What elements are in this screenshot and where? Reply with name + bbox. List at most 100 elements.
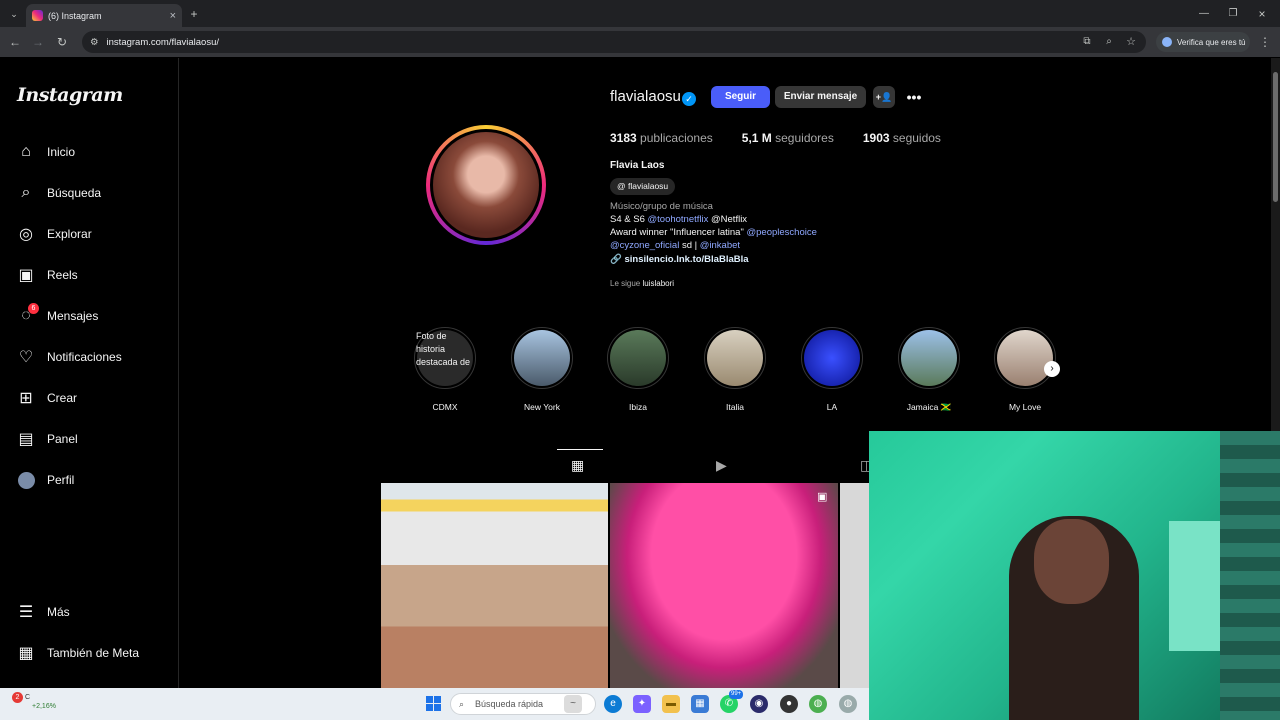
avatar-icon <box>16 470 36 490</box>
sidebar-item-meta[interactable]: ▦ También de Meta <box>16 641 166 665</box>
messenger-icon: ◌ 6 <box>16 303 39 326</box>
following-stat[interactable]: 1903 seguidos <box>863 131 941 145</box>
edge-icon[interactable]: e <box>604 695 622 713</box>
bookmark-star-icon[interactable]: ☆ <box>1120 31 1142 53</box>
file-explorer-icon[interactable]: ▬ <box>662 695 680 713</box>
address-bar[interactable]: ⚙ instagram.com/flavialaosu/ <box>82 31 1146 53</box>
app-icon[interactable]: ● <box>780 695 798 713</box>
windows-start-icon[interactable] <box>426 696 441 711</box>
back-icon[interactable]: ← <box>4 31 26 53</box>
sidebar-item-notificaciones[interactable]: ♡ Notificaciones <box>16 345 166 369</box>
browser-tab[interactable]: (6) Instagram × <box>26 4 182 27</box>
threads-badge[interactable]: @ flavialaosu <box>610 178 676 195</box>
forward-icon[interactable]: → <box>27 31 49 53</box>
external-link[interactable]: sinsilencio.lnk.to/BlaBlaBla <box>624 254 748 265</box>
bio-text: S4 & S6 <box>610 214 648 225</box>
taskbar-stock-widget[interactable]: 2 C +2,16% <box>12 692 56 710</box>
mention-link[interactable]: @inkabet <box>700 240 740 251</box>
sidebar-item-label: Más <box>47 605 70 619</box>
whatsapp-icon[interactable]: ✆ 99+ <box>720 690 744 713</box>
new-tab-icon[interactable]: + <box>183 3 205 25</box>
verify-button[interactable]: Verifica que eres tú <box>1156 32 1250 52</box>
install-app-icon[interactable]: ⧉ <box>1076 31 1098 53</box>
minimize-icon[interactable]: — <box>1193 3 1215 25</box>
post-thumbnail[interactable] <box>381 483 608 688</box>
mention-link[interactable]: @peopleschoice <box>746 227 816 238</box>
sidebar-item-perfil[interactable]: Perfil <box>16 468 166 492</box>
close-tab-icon[interactable]: × <box>170 10 176 22</box>
threads-handle: flavialaosu <box>628 181 669 191</box>
scrollbar-thumb[interactable] <box>1273 72 1278 202</box>
highlight-label: Italia <box>726 402 744 412</box>
meta-grid-icon: ▦ <box>18 645 34 662</box>
compass-icon: ◎ <box>19 226 33 243</box>
followed-by[interactable]: Le sigue luislabori <box>610 279 674 288</box>
instagram-logo[interactable]: Instagram <box>17 84 123 106</box>
followers-count: 5,1 M <box>741 131 772 145</box>
highlight-label: CDMX <box>432 402 458 412</box>
store-icon[interactable]: ▦ <box>691 695 709 713</box>
chrome-icon[interactable]: ◍ <box>809 695 827 713</box>
highlight-ibiza[interactable]: Ibiza <box>605 327 671 412</box>
following-count: 1903 <box>862 131 890 145</box>
sidebar-item-explorar[interactable]: ◎ Explorar <box>16 222 166 246</box>
profile-username: flavialaosu <box>610 88 681 105</box>
browser-menu-icon[interactable]: ⋮ <box>1254 31 1276 53</box>
suggested-users-icon[interactable]: +👤 <box>873 86 895 108</box>
sidebar-item-inicio[interactable]: ⌂ Inicio <box>16 140 166 164</box>
webcam-person-face <box>1034 519 1109 604</box>
threads-icon: @ <box>617 181 628 191</box>
reel-indicator-icon: ▣ <box>817 491 828 503</box>
mention-link[interactable]: @cyzone_oficial <box>610 240 679 251</box>
page-scrollbar[interactable] <box>1271 58 1280 431</box>
webcam-background-shelf <box>1220 431 1280 720</box>
followed-by-user[interactable]: luislabori <box>642 279 674 288</box>
tab-reels-icon[interactable]: ▶ <box>716 457 727 474</box>
category-label: Músico/grupo de música <box>610 201 713 212</box>
highlight-label: New York <box>524 402 560 412</box>
sidebar-item-mas[interactable]: ☰ Más <box>16 600 166 624</box>
post-thumbnail[interactable] <box>610 483 838 688</box>
sidebar-item-panel[interactable]: ▤ Panel <box>16 427 166 451</box>
highlight-italia[interactable]: Italia <box>702 327 768 412</box>
chevron-right-icon[interactable]: › <box>1044 361 1060 377</box>
posts-count: 3183 <box>610 131 637 145</box>
sidebar-item-busqueda[interactable]: ⌕ Búsqueda <box>16 181 166 205</box>
widget-change: +2,16% <box>32 703 56 710</box>
chrome-profile-icon[interactable]: ◍ <box>839 695 857 713</box>
highlight-label: Jamaica 🇯🇲 <box>906 402 952 412</box>
followers-stat[interactable]: 5,1 M seguidores <box>742 131 834 145</box>
obs-icon[interactable]: ◉ <box>750 695 768 713</box>
reload-icon[interactable]: ↻ <box>51 31 73 53</box>
following-label: seguidos <box>892 131 941 145</box>
tab-posts-grid-icon[interactable]: ▦ <box>571 457 584 474</box>
highlight-cover <box>707 330 763 386</box>
followed-by-prefix: Le sigue <box>610 279 641 288</box>
heart-icon: ♡ <box>18 349 34 366</box>
bio-link[interactable]: 🔗 sinsilencio.lnk.to/BlaBlaBla <box>610 254 749 265</box>
profile-avatar <box>430 129 542 241</box>
bio-text: Award winner "Influencer latina" <box>610 227 747 238</box>
site-info-icon[interactable]: ⚙ <box>90 37 99 48</box>
follow-button[interactable]: Seguir <box>711 86 770 108</box>
highlight-new-york[interactable]: New York <box>509 327 575 412</box>
plus-square-icon: ⊞ <box>19 390 33 407</box>
highlight-jamaica[interactable]: Jamaica 🇯🇲 <box>896 327 962 413</box>
send-message-button[interactable]: Enviar mensaje <box>775 86 866 108</box>
more-options-icon[interactable]: ••• <box>904 86 924 108</box>
sidebar-item-reels[interactable]: ▣ Reels <box>16 263 166 287</box>
copilot-icon[interactable]: ✦ <box>633 695 651 713</box>
tab-list-icon[interactable]: ⌄ <box>3 3 25 25</box>
highlight-label: Ibiza <box>629 402 647 412</box>
sidebar-item-mensajes[interactable]: ◌ 6 Mensajes <box>16 303 166 328</box>
zoom-icon[interactable]: ⌕ <box>1098 31 1120 53</box>
post-thumbnail[interactable] <box>840 483 870 688</box>
sidebar-item-crear[interactable]: ⊞ Crear <box>16 386 166 410</box>
highlight-la[interactable]: LA <box>799 327 865 412</box>
search-placeholder: Búsqueda rápida <box>475 699 544 709</box>
mention-link[interactable]: @toohotnetflix <box>648 214 709 225</box>
profile-avatar-story-ring[interactable] <box>426 125 546 245</box>
restore-icon[interactable]: ❐ <box>1222 3 1244 25</box>
close-window-icon[interactable]: × <box>1251 3 1273 25</box>
highlight-alt-text: Foto de historia destacada de <box>416 331 471 367</box>
